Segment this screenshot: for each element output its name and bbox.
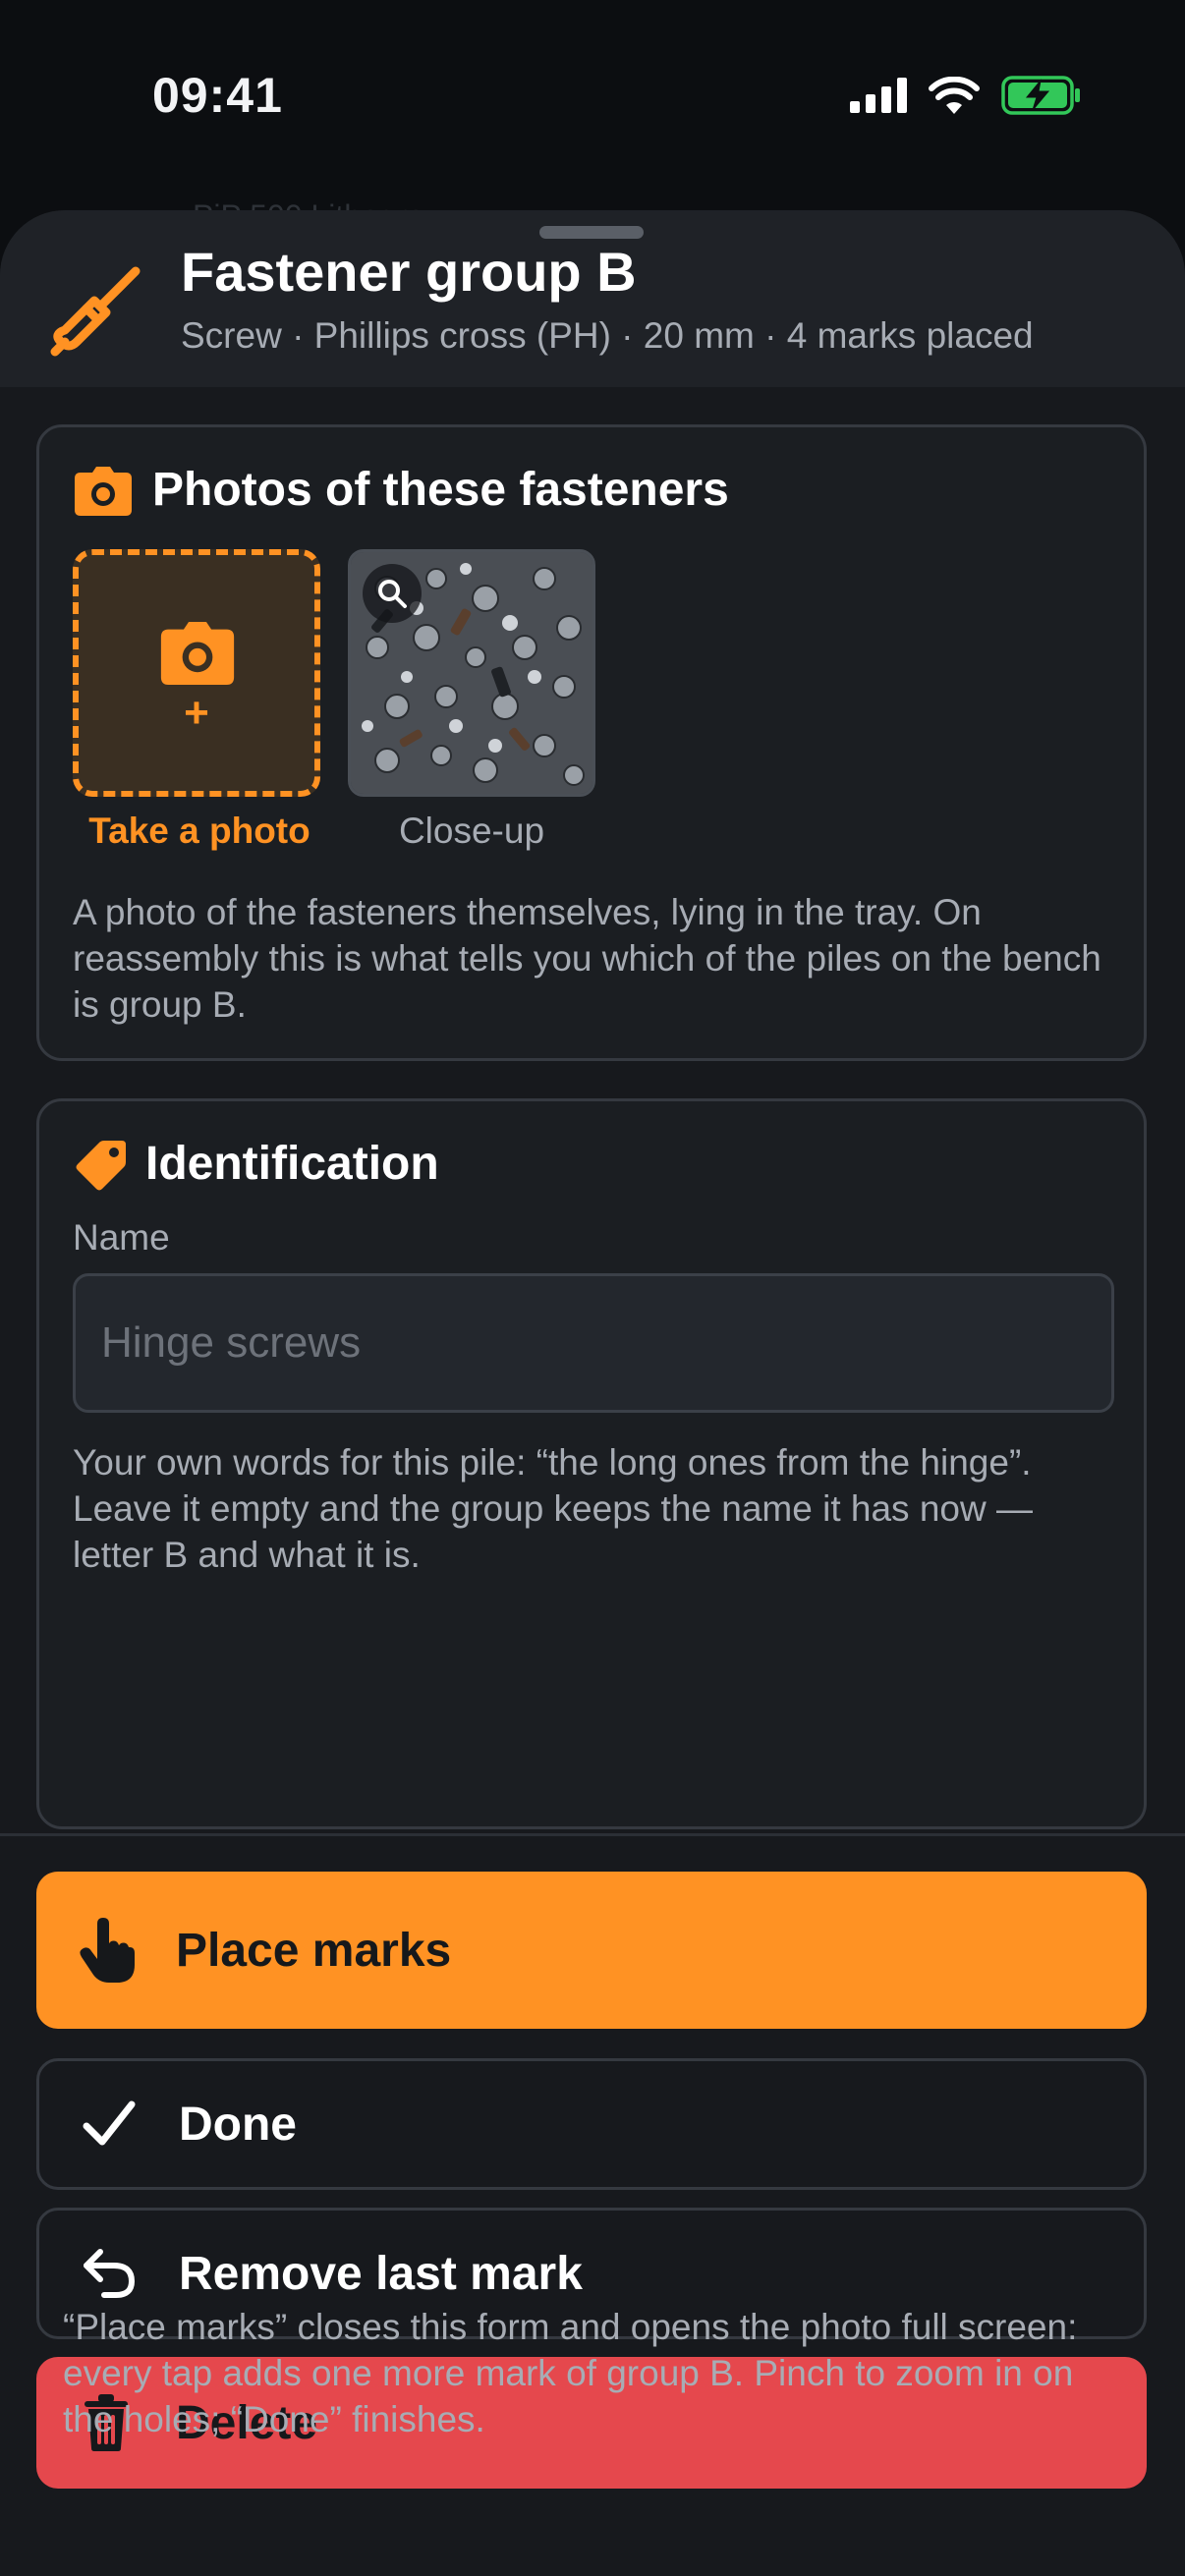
- place-marks-button[interactable]: Place marks: [36, 1872, 1147, 2029]
- camera-icon: [160, 622, 235, 685]
- screwdriver-icon: [50, 266, 141, 357]
- place-marks-label: Place marks: [176, 1924, 452, 1977]
- photo-thumbnail-closeup[interactable]: [348, 549, 595, 797]
- done-label: Done: [179, 2098, 297, 2151]
- tag-icon: [76, 1141, 126, 1191]
- photos-card: Photos of these fasteners + Take a photo: [36, 424, 1147, 1061]
- battery-charging-icon: [1001, 76, 1080, 115]
- sheet-title: Fastener group B: [181, 241, 637, 303]
- identification-card-title: Identification: [145, 1138, 439, 1190]
- name-field-label: Name: [73, 1217, 170, 1258]
- fastener-group-sheet: Fastener group B Screw · Phillips cross …: [0, 210, 1185, 2576]
- camera-icon: [75, 467, 132, 516]
- name-input[interactable]: [73, 1273, 1114, 1413]
- search-icon: [378, 580, 407, 608]
- remove-last-mark-label: Remove last mark: [179, 2247, 583, 2300]
- done-button[interactable]: Done: [36, 2058, 1147, 2190]
- take-photo-label[interactable]: Take a photo: [47, 811, 352, 852]
- photos-help-text: A photo of the fasteners themselves, lyi…: [73, 892, 1101, 1025]
- sheet-grabber[interactable]: [539, 226, 644, 239]
- zoom-icon[interactable]: [363, 564, 422, 623]
- status-icons: [850, 71, 1082, 120]
- tap-hand-icon: [72, 1916, 141, 1985]
- action-panel: Place marks Done Remove last mark Delete: [0, 1833, 1185, 2576]
- identification-help-text: Your own words for this pile: “the long …: [73, 1442, 1033, 1575]
- checkmark-icon: [75, 2090, 143, 2158]
- add-plus-glyph: +: [184, 689, 209, 737]
- photo-thumbnail-label: Close-up: [398, 811, 545, 851]
- take-photo-button[interactable]: +: [73, 549, 320, 797]
- sheet-subtitle: Screw · Phillips cross (PH) · 20 mm · 4 …: [181, 315, 1034, 356]
- wifi-icon: [929, 77, 980, 114]
- signal-icon: [850, 78, 907, 113]
- status-bar: 09:41: [0, 0, 1185, 196]
- undo-icon: [75, 2239, 143, 2308]
- footer-help-text: “Place marks” closes this form and opens…: [63, 2307, 1078, 2439]
- sheet-header: Fastener group B Screw · Phillips cross …: [0, 210, 1185, 387]
- identification-card: Identification Name Your own words for t…: [36, 1098, 1147, 1829]
- status-time: 09:41: [152, 68, 283, 123]
- photos-card-title: Photos of these fasteners: [152, 464, 729, 516]
